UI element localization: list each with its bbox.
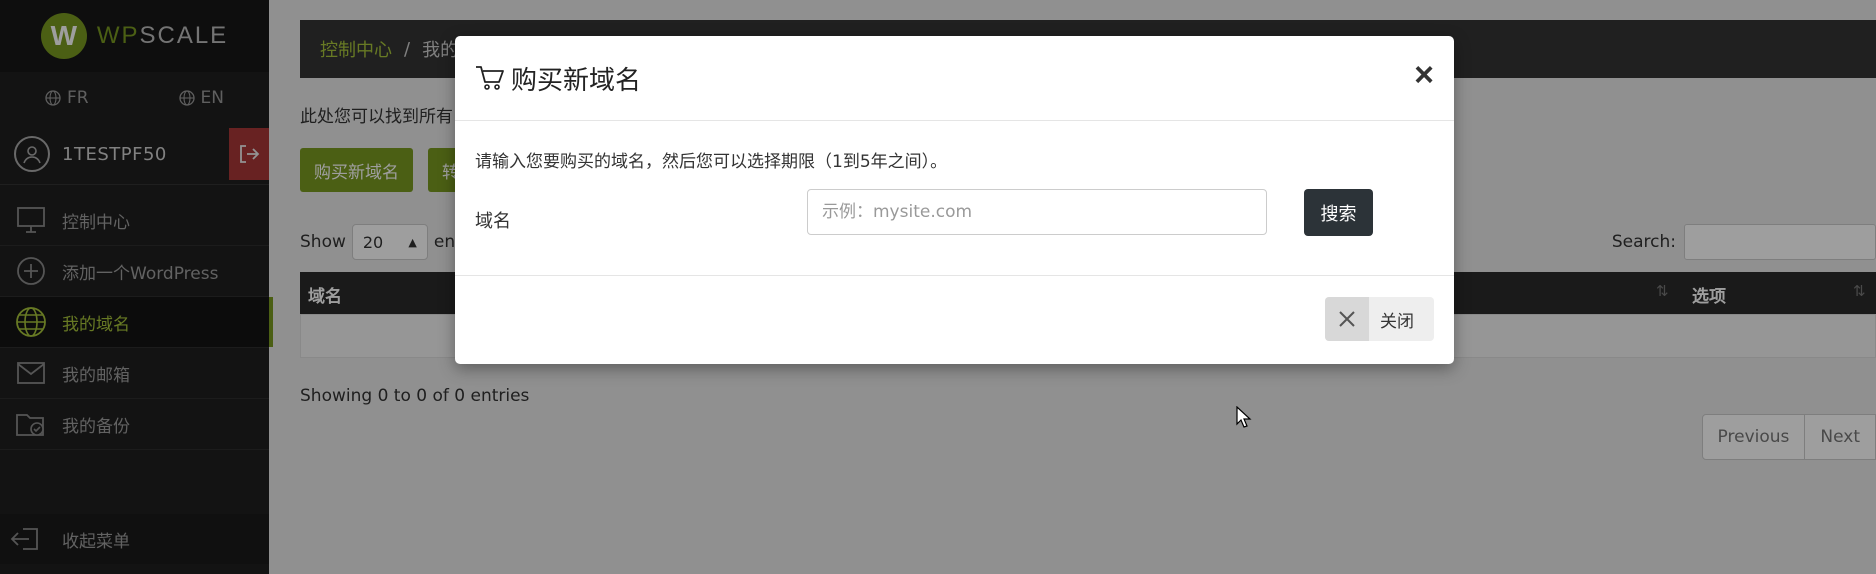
modal-footer: 关闭	[455, 276, 1454, 364]
shopping-cart-icon	[476, 66, 504, 90]
modal-description: 请输入您要购买的域名，然后您可以选择期限（1到5年之间）。	[475, 152, 948, 172]
search-domain-button[interactable]: 搜索	[1304, 189, 1373, 236]
domain-input[interactable]	[807, 189, 1267, 235]
mouse-cursor-icon	[1236, 406, 1252, 428]
domain-field-label: 域名	[475, 211, 511, 232]
modal-title: 购买新域名	[475, 60, 641, 97]
close-x-icon	[1325, 297, 1369, 341]
modal-header: 购买新域名 ×	[455, 36, 1454, 121]
close-icon[interactable]: ×	[1414, 58, 1434, 92]
close-button-label: 关闭	[1380, 311, 1414, 332]
close-button[interactable]: 关闭	[1325, 297, 1434, 341]
modal-title-text: 购买新域名	[511, 65, 642, 96]
